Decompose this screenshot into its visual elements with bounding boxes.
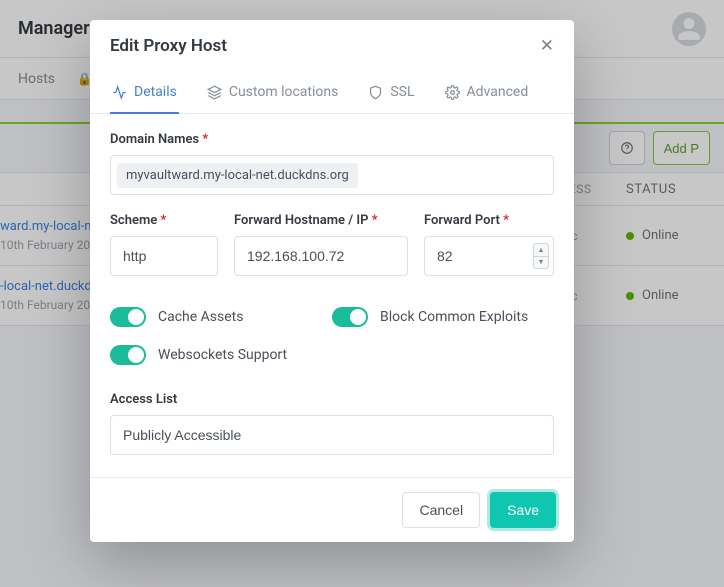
block-label: Block Common Exploits [380,309,528,325]
tab-advanced-label: Advanced [467,84,529,100]
domain-input[interactable]: myvaultward.my-local-net.duckdns.org [110,155,554,195]
close-icon[interactable]: ✕ [540,38,554,55]
cache-label: Cache Assets [158,309,243,325]
domain-tag[interactable]: myvaultward.my-local-net.duckdns.org [117,163,358,188]
hostname-label-text: Forward Hostname / IP [234,213,368,228]
scheme-input[interactable] [110,236,218,276]
gear-icon [445,85,460,100]
chevron-up-icon[interactable]: ▲ [534,244,548,257]
modal-body: Domain Names * myvaultward.my-local-net.… [90,114,574,477]
layers-icon [207,85,222,100]
scheme-label-text: Scheme [110,213,157,228]
tab-advanced[interactable]: Advanced [443,72,531,114]
tab-ssl[interactable]: SSL [366,72,416,114]
ws-toggle-row: Websockets Support [110,336,554,374]
modal: Edit Proxy Host ✕ Details Custom locatio… [90,20,574,542]
domain-label-text: Domain Names [110,132,199,147]
tab-custom-label: Custom locations [229,84,339,100]
tab-ssl-label: SSL [390,84,414,100]
modal-tabs: Details Custom locations SSL Advanced [90,72,574,114]
cache-toggle-row: Cache Assets [110,298,332,336]
block-exploits-toggle[interactable] [332,307,368,327]
access-label: Access List [110,392,554,407]
tab-details-label: Details [134,84,177,100]
block-toggle-row: Block Common Exploits [332,298,554,336]
hostname-label: Forward Hostname / IP * [234,213,408,228]
access-select[interactable] [110,415,554,455]
cache-toggle[interactable] [110,307,146,327]
modal-title: Edit Proxy Host [110,36,227,56]
port-label-text: Forward Port [424,213,500,228]
ws-label: Websockets Support [158,347,287,363]
hostname-input[interactable] [234,236,408,276]
scheme-label: Scheme * [110,213,218,228]
modal-footer: Cancel Save [90,477,574,542]
websockets-toggle[interactable] [110,345,146,365]
save-button[interactable]: Save [490,492,556,528]
tab-custom-locations[interactable]: Custom locations [205,72,341,114]
details-icon [112,85,127,100]
tab-details[interactable]: Details [110,72,179,114]
modal-header: Edit Proxy Host ✕ [90,20,574,72]
port-label: Forward Port * [424,213,554,228]
port-stepper[interactable]: ▲ ▼ [533,243,549,269]
cancel-button[interactable]: Cancel [402,492,480,528]
domain-label: Domain Names * [110,132,554,147]
chevron-down-icon[interactable]: ▼ [534,257,548,269]
shield-icon [368,85,383,100]
